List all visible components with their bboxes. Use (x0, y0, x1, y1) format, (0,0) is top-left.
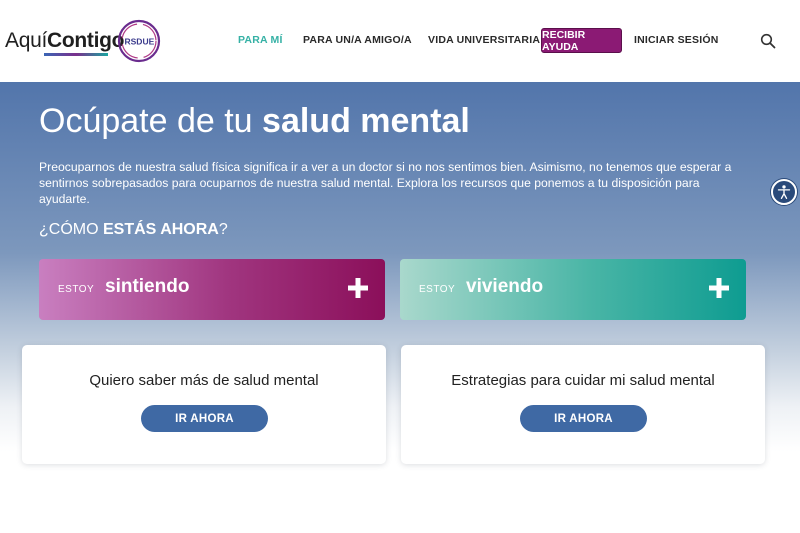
hero-description: Preocuparnos de nuestra salud física sig… (39, 160, 732, 206)
accessibility-icon[interactable] (771, 179, 797, 205)
how-are-you-question: ¿CÓMO ESTÁS AHORA? (39, 221, 228, 239)
aquicontigo-logo[interactable]: AquíContigo (5, 29, 125, 53)
estoy-viviendo-card[interactable]: ESTOY viviendo (400, 259, 746, 320)
nav-vida-universitaria[interactable]: VIDA UNIVERSITARIA (428, 34, 540, 46)
page-title-bold: salud mental (262, 102, 470, 140)
info-card-saber-mas: Quiero saber más de salud mental IR AHOR… (22, 345, 386, 464)
ir-ahora-button[interactable]: IR AHORA (141, 405, 268, 432)
recibir-ayuda-button[interactable]: RECIBIR AYUDA (541, 28, 622, 53)
page-title-regular: Ocúpate de tu (39, 102, 263, 140)
feel-card-word: sintiendo (105, 276, 190, 297)
nav-para-un-amigo[interactable]: PARA UN/A AMIGO/A (303, 34, 412, 46)
page-title: Ocúpate de tu salud mental (39, 102, 470, 141)
question-bold: ESTÁS AHORA (103, 221, 219, 238)
feel-card-prefix: ESTOY (419, 284, 456, 295)
plus-icon[interactable] (347, 277, 369, 299)
logo-text-contigo: Contigo (47, 29, 125, 52)
site-header: AquíContigo RSDUE PARA MÍ PARA UN/A AMIG… (0, 0, 800, 82)
feel-card-word: viviendo (466, 276, 544, 297)
info-card-title: Estrategias para cuidar mi salud mental (451, 372, 715, 389)
info-card-title: Quiero saber más de salud mental (89, 372, 319, 389)
search-icon[interactable] (760, 33, 776, 49)
question-post: ? (218, 221, 228, 238)
rsdue-logo[interactable]: RSDUE (116, 18, 162, 64)
question-pre: ¿CÓMO (39, 221, 103, 238)
ir-ahora-button[interactable]: IR AHORA (520, 405, 647, 432)
logo-underline (44, 53, 108, 56)
plus-icon[interactable] (708, 277, 730, 299)
feel-card-prefix: ESTOY (58, 284, 95, 295)
nav-para-mi[interactable]: PARA MÍ (238, 34, 283, 46)
estoy-sintiendo-card[interactable]: ESTOY sintiendo (39, 259, 385, 320)
nav-iniciar-sesion[interactable]: INICIAR SESIÓN (634, 34, 718, 46)
info-card-estrategias: Estrategias para cuidar mi salud mental … (401, 345, 765, 464)
rsdue-logo-text: RSDUE (125, 37, 155, 47)
logo-text-aqui: Aquí (5, 29, 47, 52)
